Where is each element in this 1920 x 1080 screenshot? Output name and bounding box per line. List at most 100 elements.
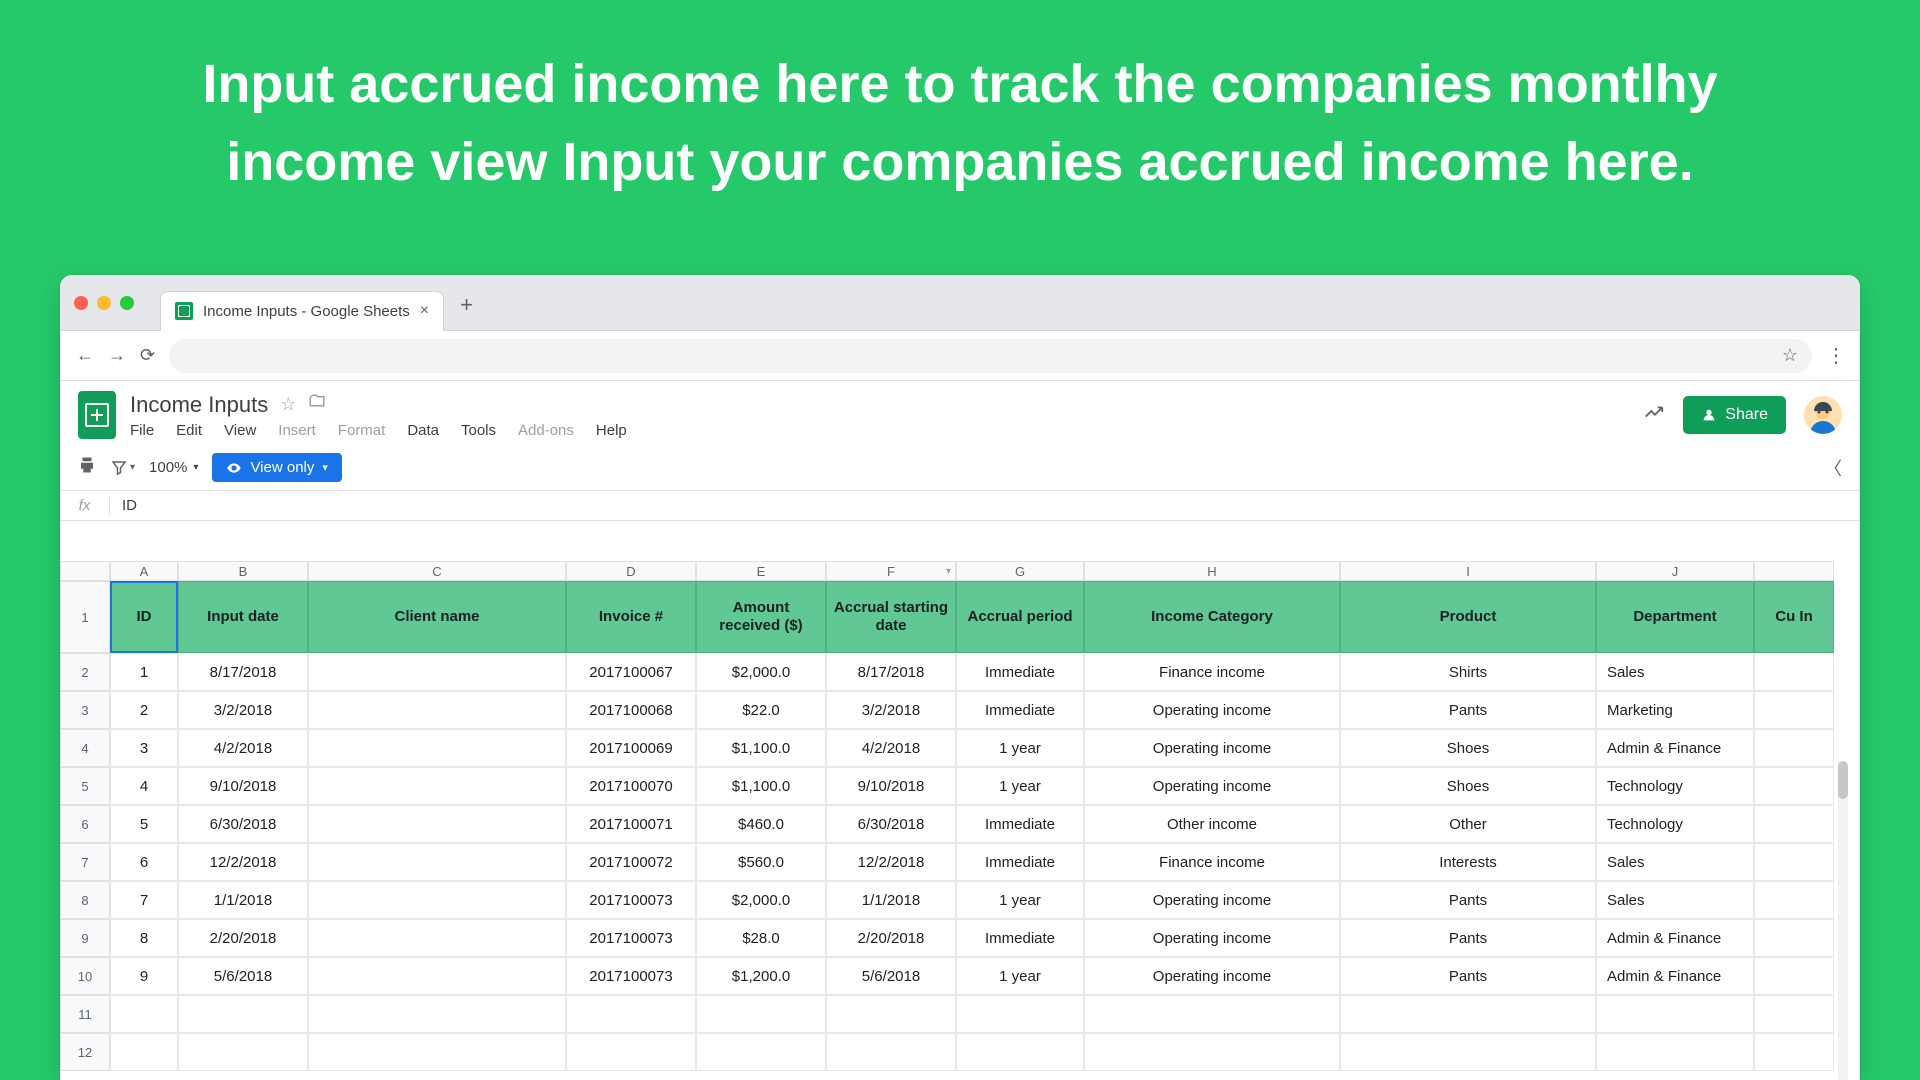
menu-edit[interactable]: Edit [176, 422, 202, 439]
table-header[interactable]: Product [1340, 581, 1596, 653]
cell[interactable]: 6/30/2018 [826, 805, 956, 843]
cell[interactable] [308, 729, 566, 767]
cell[interactable]: 4/2/2018 [826, 729, 956, 767]
row-header[interactable]: 7 [60, 843, 110, 881]
cell[interactable] [1754, 881, 1834, 919]
cell[interactable] [308, 691, 566, 729]
cell[interactable]: Finance income [1084, 843, 1340, 881]
col-header-B[interactable]: B [178, 561, 308, 581]
move-doc-icon[interactable] [308, 393, 326, 416]
cell[interactable]: Marketing [1596, 691, 1754, 729]
cell[interactable] [826, 995, 956, 1033]
cell[interactable]: Shoes [1340, 767, 1596, 805]
cell[interactable]: $1,100.0 [696, 767, 826, 805]
cell[interactable] [110, 1033, 178, 1071]
cell[interactable] [956, 995, 1084, 1033]
table-header[interactable]: Income Category [1084, 581, 1340, 653]
cell[interactable]: Operating income [1084, 691, 1340, 729]
cell[interactable]: 7 [110, 881, 178, 919]
cell[interactable]: $1,200.0 [696, 957, 826, 995]
cell[interactable] [308, 653, 566, 691]
cell[interactable]: Shoes [1340, 729, 1596, 767]
cell[interactable]: 8/17/2018 [826, 653, 956, 691]
cell[interactable]: 3 [110, 729, 178, 767]
print-icon[interactable] [78, 456, 96, 479]
cell[interactable]: $2,000.0 [696, 653, 826, 691]
cell[interactable]: 2/20/2018 [178, 919, 308, 957]
menu-data[interactable]: Data [407, 422, 439, 439]
cell[interactable] [696, 995, 826, 1033]
cell[interactable] [1754, 843, 1834, 881]
cell[interactable]: 12/2/2018 [826, 843, 956, 881]
table-header[interactable]: Input date [178, 581, 308, 653]
filter-icon[interactable]: ▾ [110, 459, 135, 477]
cell[interactable]: $28.0 [696, 919, 826, 957]
cell[interactable] [178, 995, 308, 1033]
browser-tab[interactable]: Income Inputs - Google Sheets × [160, 291, 444, 331]
cell[interactable]: $1,100.0 [696, 729, 826, 767]
col-header-D[interactable]: D [566, 561, 696, 581]
col-header-G[interactable]: G [956, 561, 1084, 581]
reload-icon[interactable]: ⟳ [140, 345, 155, 366]
share-button[interactable]: Share [1683, 396, 1786, 434]
menu-file[interactable]: File [130, 422, 154, 439]
cell[interactable]: 6 [110, 843, 178, 881]
url-input[interactable]: ☆ [169, 339, 1812, 373]
cell[interactable]: 1 year [956, 729, 1084, 767]
cell[interactable] [1340, 1033, 1596, 1071]
col-header-I[interactable]: I [1340, 561, 1596, 581]
cell[interactable] [566, 995, 696, 1033]
cell[interactable]: Interests [1340, 843, 1596, 881]
cell[interactable] [1754, 995, 1834, 1033]
cell[interactable] [1754, 957, 1834, 995]
col-header-E[interactable]: E [696, 561, 826, 581]
cell[interactable]: 2017100068 [566, 691, 696, 729]
table-header[interactable]: Client name [308, 581, 566, 653]
row-header[interactable]: 6 [60, 805, 110, 843]
tab-close-icon[interactable]: × [420, 302, 429, 320]
cell[interactable]: Admin & Finance [1596, 729, 1754, 767]
col-header-overflow[interactable] [1754, 561, 1834, 581]
cell[interactable]: 1 year [956, 957, 1084, 995]
activity-icon[interactable] [1643, 401, 1665, 429]
cell[interactable] [1754, 767, 1834, 805]
cell[interactable]: 9 [110, 957, 178, 995]
table-header[interactable]: Invoice # [566, 581, 696, 653]
cell[interactable]: 2017100067 [566, 653, 696, 691]
cell[interactable]: Finance income [1084, 653, 1340, 691]
vertical-scrollbar[interactable] [1838, 761, 1848, 1080]
cell[interactable] [1754, 1033, 1834, 1071]
cell[interactable]: Immediate [956, 843, 1084, 881]
cell[interactable] [1596, 1033, 1754, 1071]
maximize-window-icon[interactable] [120, 296, 134, 310]
cell[interactable] [110, 995, 178, 1033]
cell[interactable]: Pants [1340, 919, 1596, 957]
cell[interactable] [308, 881, 566, 919]
cell[interactable] [696, 1033, 826, 1071]
cell[interactable]: $22.0 [696, 691, 826, 729]
cell[interactable] [1754, 653, 1834, 691]
cell[interactable]: 8/17/2018 [178, 653, 308, 691]
row-header[interactable]: 11 [60, 995, 110, 1033]
cell[interactable]: 2017100073 [566, 957, 696, 995]
cell[interactable]: 2017100071 [566, 805, 696, 843]
cell[interactable]: Admin & Finance [1596, 957, 1754, 995]
cell[interactable]: 1/1/2018 [178, 881, 308, 919]
cell[interactable]: Pants [1340, 957, 1596, 995]
cell[interactable]: Other income [1084, 805, 1340, 843]
new-tab-icon[interactable]: + [460, 292, 473, 318]
cell[interactable]: 2017100070 [566, 767, 696, 805]
row-header[interactable]: 10 [60, 957, 110, 995]
cell[interactable]: 9/10/2018 [178, 767, 308, 805]
cell[interactable]: 5 [110, 805, 178, 843]
cell[interactable]: Operating income [1084, 881, 1340, 919]
cell[interactable]: Immediate [956, 805, 1084, 843]
col-header-C[interactable]: C [308, 561, 566, 581]
cell[interactable]: Operating income [1084, 767, 1340, 805]
cell[interactable]: 4 [110, 767, 178, 805]
cell[interactable]: Operating income [1084, 729, 1340, 767]
cell[interactable] [308, 805, 566, 843]
cell[interactable]: Other [1340, 805, 1596, 843]
row-header[interactable]: 8 [60, 881, 110, 919]
cell[interactable]: 1 year [956, 767, 1084, 805]
